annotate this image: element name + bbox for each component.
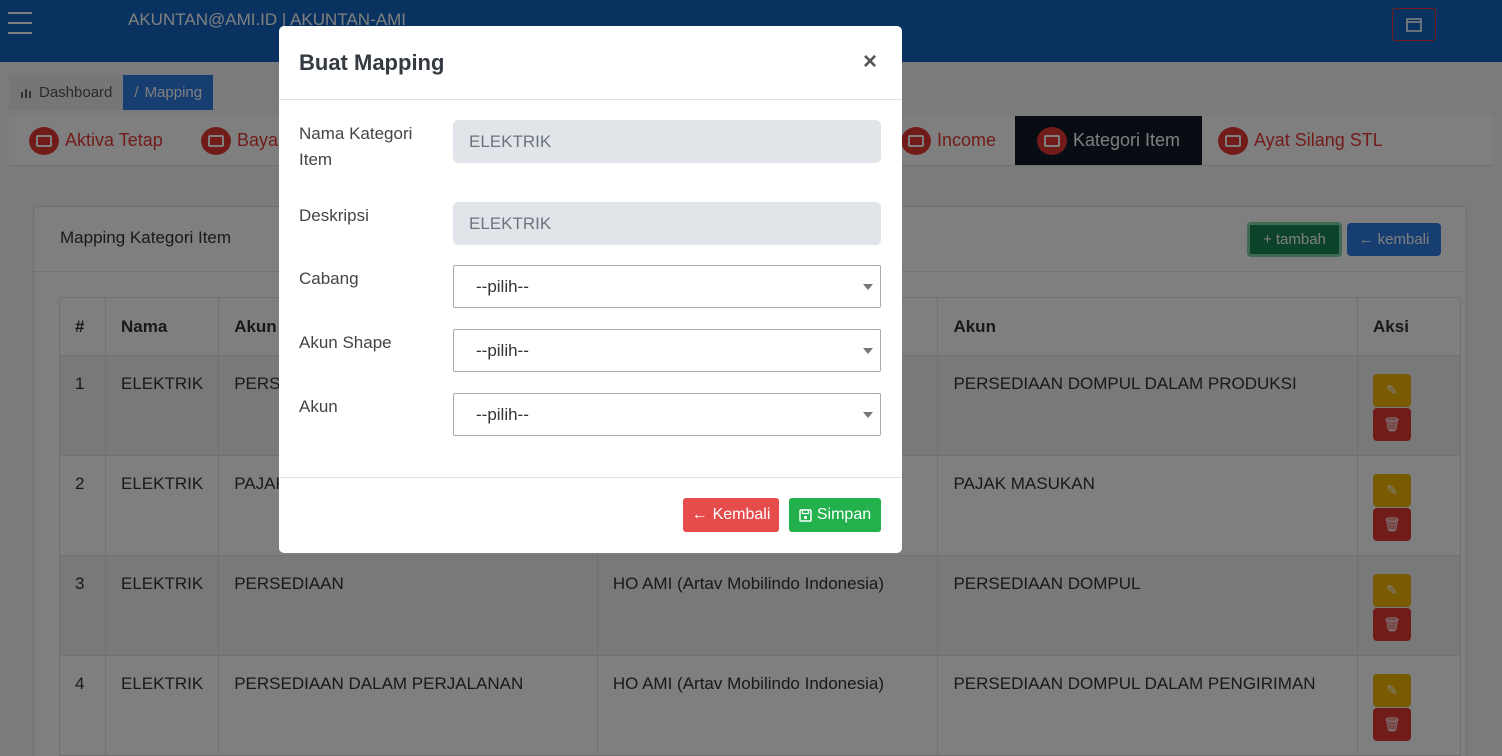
deskripsi-field[interactable]: ELEKTRIK [453,202,881,245]
modal-title: Buat Mapping [299,50,445,75]
simpan-button-label: Simpan [816,506,872,523]
chevron-down-icon [863,348,873,354]
modal-header: Buat Mapping × [279,26,902,100]
chevron-down-icon [863,412,873,418]
nama-kategori-field[interactable]: ELEKTRIK [453,120,881,163]
akun-select-value: --pilih-- [476,404,529,424]
save-icon [799,508,812,522]
akun-label: Akun [299,397,338,416]
cabang-select[interactable]: --pilih-- [453,265,881,308]
chevron-down-icon [863,284,873,290]
deskripsi-label: Deskripsi [299,206,369,225]
kembali-button[interactable]: ← Kembali [683,498,779,532]
simpan-button[interactable]: Simpan [789,498,881,532]
akun-shape-select[interactable]: --pilih-- [453,329,881,372]
cabang-select-value: --pilih-- [476,276,529,296]
nama-kategori-label: Nama Kategori Item [299,124,413,169]
modal-footer-divider [279,477,902,478]
buat-mapping-modal: Buat Mapping × Nama Kategori Item ELEKTR… [279,26,902,553]
akun-shape-label: Akun Shape [299,333,392,352]
kembali-button-label: Kembali [712,506,771,523]
akun-shape-select-value: --pilih-- [476,340,529,360]
akun-select[interactable]: --pilih-- [453,393,881,436]
close-icon[interactable]: × [863,48,877,76]
cabang-label: Cabang [299,269,359,288]
arrow-left-icon: ← [691,506,708,523]
